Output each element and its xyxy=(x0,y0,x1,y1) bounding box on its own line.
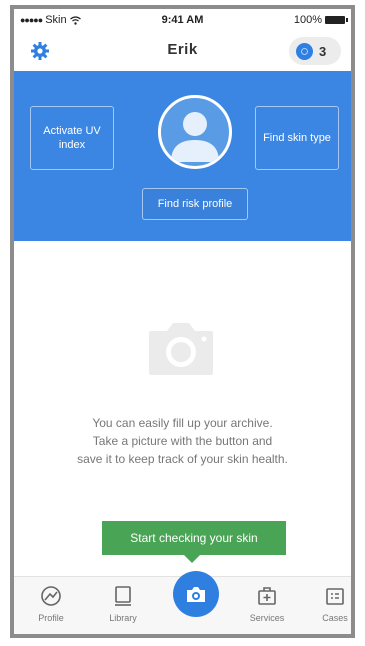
avatar[interactable] xyxy=(158,95,232,169)
start-checking-tooltip[interactable]: Start checking your skin xyxy=(102,521,286,563)
points-count: 3 xyxy=(319,43,327,59)
message-line: You can easily fill up your archive. xyxy=(92,416,273,430)
tab-library[interactable]: Library xyxy=(98,585,148,623)
navigation-bar: Erik 3 xyxy=(14,31,351,71)
message-line: save it to keep track of your skin healt… xyxy=(77,452,288,466)
points-badge[interactable]: 3 xyxy=(289,37,341,65)
phone-frame: ●●●●● Skin 9:41 AM 100% Erik 3 Activate … xyxy=(10,5,355,638)
cases-icon xyxy=(326,588,344,605)
battery-group: 100% xyxy=(293,14,348,26)
message-line: Take a picture with the button and xyxy=(92,434,273,448)
battery-icon xyxy=(325,16,348,24)
profile-header: Activate UV index Find skin type Find ri… xyxy=(14,71,351,241)
coin-icon xyxy=(296,42,313,60)
tab-cases-label: Cases xyxy=(322,613,348,623)
services-icon xyxy=(258,587,276,605)
profile-icon xyxy=(41,586,61,606)
empty-state-message: You can easily fill up your archive. Tak… xyxy=(14,414,351,468)
status-bar: ●●●●● Skin 9:41 AM 100% xyxy=(14,9,351,31)
camera-placeholder-icon xyxy=(149,323,213,375)
tab-cases[interactable]: Cases xyxy=(310,585,351,623)
find-skin-type-button[interactable]: Find skin type xyxy=(255,106,339,170)
tab-profile[interactable]: Profile xyxy=(26,585,76,623)
battery-percent: 100% xyxy=(293,14,322,26)
camera-icon xyxy=(187,586,205,602)
find-risk-profile-button[interactable]: Find risk profile xyxy=(142,188,248,220)
activate-uv-index-button[interactable]: Activate UV index xyxy=(30,106,114,170)
take-picture-button[interactable] xyxy=(173,571,219,617)
tab-library-label: Library xyxy=(109,613,137,623)
tab-services[interactable]: Services xyxy=(242,585,292,623)
library-icon xyxy=(115,586,131,606)
tab-profile-label: Profile xyxy=(38,613,64,623)
tab-services-label: Services xyxy=(249,613,285,623)
user-silhouette-icon xyxy=(171,112,219,162)
